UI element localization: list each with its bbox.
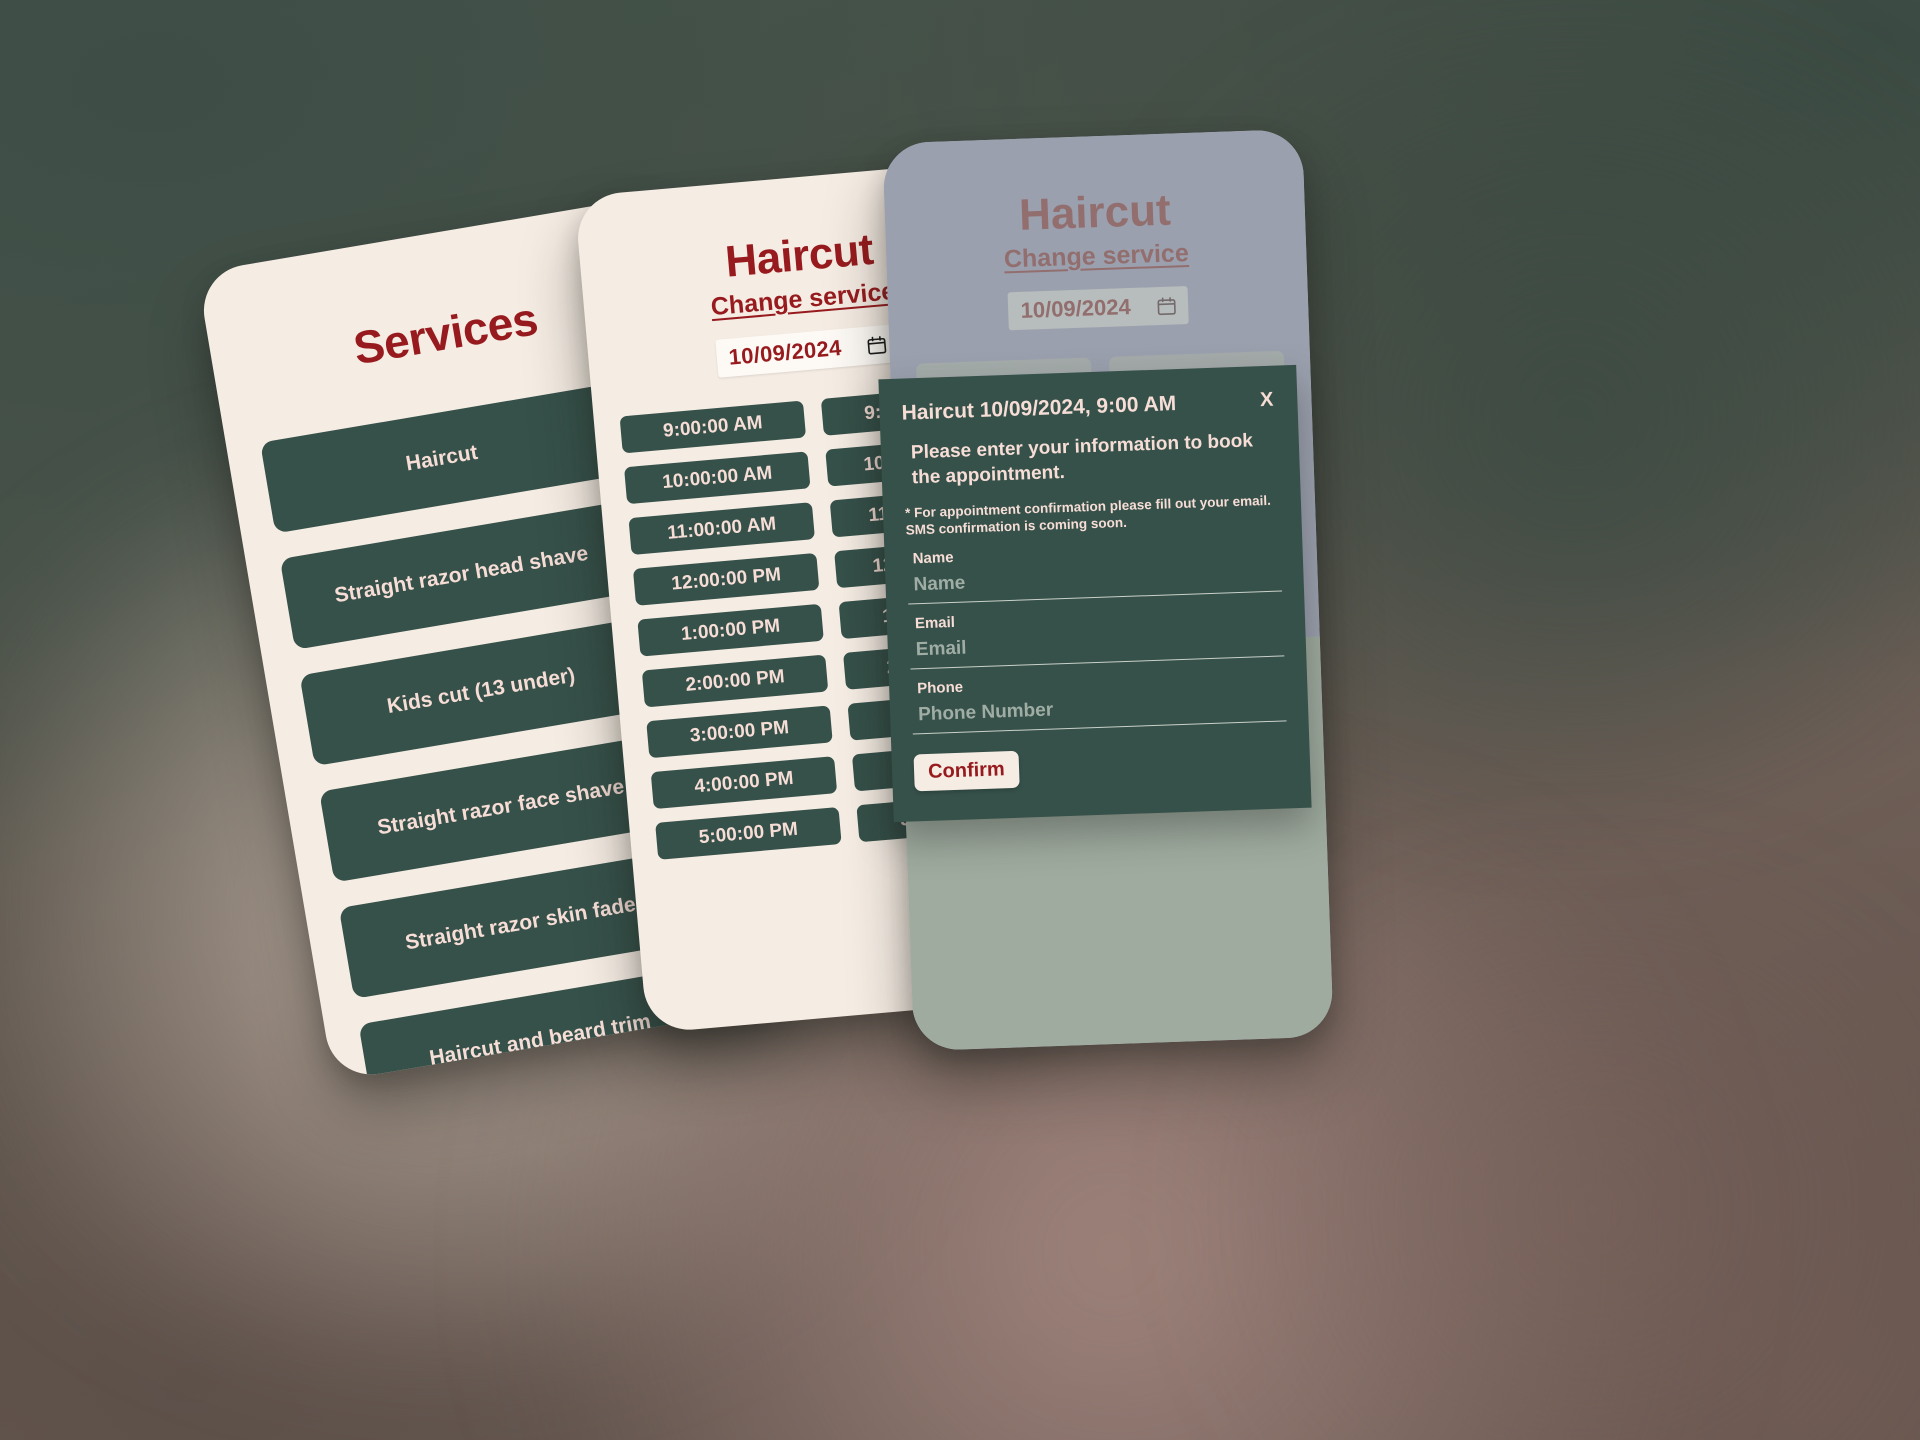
service-name: Straight razor skin fade (403, 892, 638, 955)
screenshot-stage: Services Haircut$35Straight razor head s… (0, 0, 1920, 1440)
dimmed-page-title: Haircut (1018, 185, 1172, 240)
time-slot-button[interactable]: 5:00:00 PM (655, 806, 842, 860)
time-slot-button[interactable]: 3:00:00 PM (646, 705, 833, 759)
time-slot-button[interactable]: 12:00:00 PM (632, 552, 820, 606)
time-slot-button[interactable]: 4:00:00 PM (650, 756, 838, 810)
booking-confirmation-modal: Haircut 10/09/2024, 9:00 AM X Please ent… (878, 364, 1312, 823)
modal-header: Haircut 10/09/2024, 9:00 AM X (901, 388, 1276, 426)
time-slot-button[interactable]: 10:00:00 AM (624, 451, 811, 505)
calendar-icon (1156, 296, 1176, 316)
modal-instructions: Please enter your information to book th… (910, 430, 1254, 488)
form-field: Email (909, 602, 1285, 670)
time-slot-button[interactable]: 9:00:00 AM (619, 400, 807, 454)
form-field: Name (906, 537, 1283, 605)
time-slot-button[interactable]: 2:00:00 PM (641, 654, 829, 708)
service-name: Straight razor head shave (332, 541, 590, 608)
form-field: Phone (911, 667, 1287, 735)
date-input-value: 10/09/2024 (727, 335, 843, 370)
date-input[interactable]: 10/09/2024 (715, 324, 900, 378)
calendar-icon[interactable] (867, 335, 888, 356)
dimmed-date-input: 10/09/2024 (1007, 286, 1189, 331)
modal-title: Haircut 10/09/2024, 9:00 AM (901, 392, 1177, 425)
service-name: Kids cut (13 under) (385, 663, 577, 719)
dimmed-date-value: 10/09/2024 (1020, 294, 1132, 323)
service-name: Straight razor face shave (375, 775, 626, 840)
confirm-button[interactable]: Confirm (913, 750, 1020, 792)
dimmed-date-wrapper: 10/09/2024 (914, 283, 1283, 334)
modal-form-fields: NameEmailPhone (906, 537, 1287, 735)
time-slot-button[interactable]: 1:00:00 PM (637, 603, 824, 657)
modal-note: * For appointment confirmation please fi… (904, 492, 1272, 538)
close-icon[interactable]: X (1252, 388, 1276, 413)
time-slot-button[interactable]: 11:00:00 AM (628, 502, 815, 556)
service-name: Haircut (404, 440, 480, 476)
